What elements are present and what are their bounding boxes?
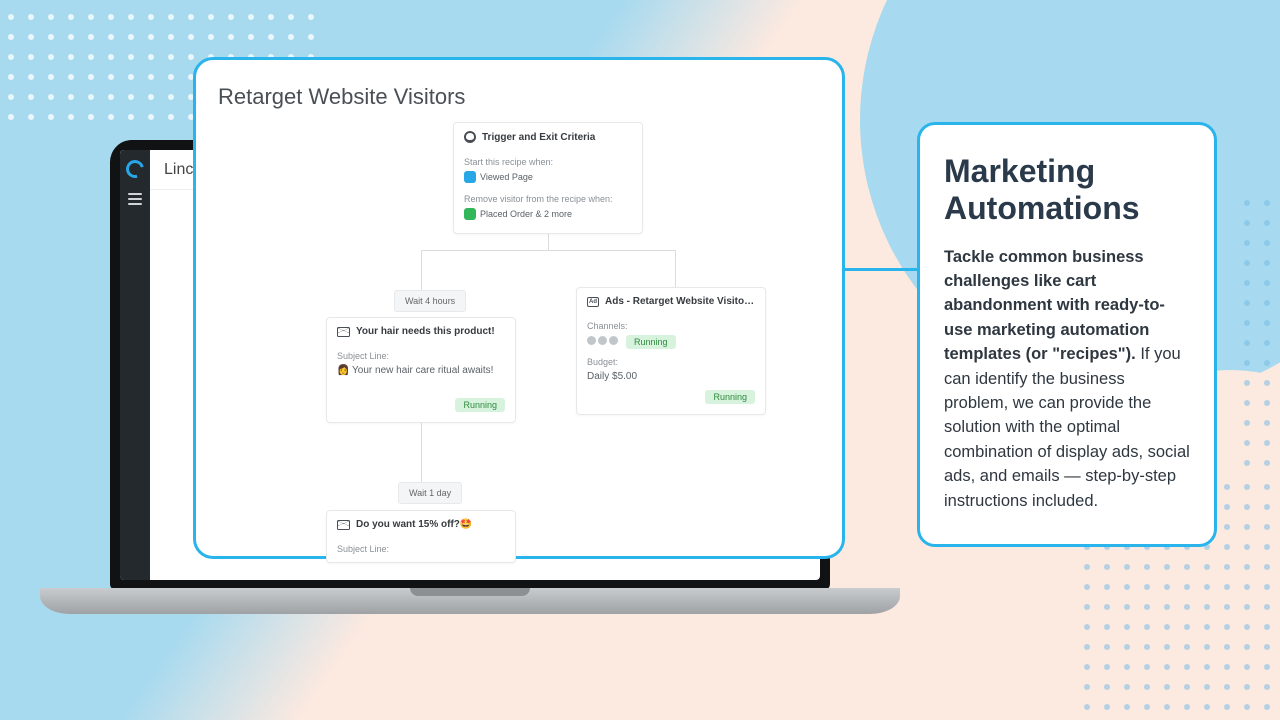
email2-title: Do you want 15% off?🤩 — [356, 519, 472, 530]
trigger-header: Trigger and Exit Criteria — [454, 123, 642, 151]
email-card-2[interactable]: Do you want 15% off?🤩 Subject Line: — [326, 510, 516, 563]
connector — [675, 250, 676, 288]
person-icon — [464, 131, 476, 143]
feature-callout: Marketing Automations Tackle common busi… — [917, 122, 1217, 547]
email2-header: Do you want 15% off?🤩 — [327, 511, 515, 538]
connector — [421, 250, 675, 251]
callout-lead: Tackle common business challenges like c… — [944, 248, 1165, 364]
trigger-card[interactable]: Trigger and Exit Criteria Start this rec… — [453, 122, 643, 234]
ad-icon: Ad — [587, 297, 599, 307]
ads-channels-label: Channels: — [587, 321, 755, 331]
email1-title: Your hair needs this product! — [356, 326, 495, 337]
ads-header: Ad Ads - Retarget Website Visitors - 202… — [577, 288, 765, 315]
viewed-page-icon — [464, 171, 476, 183]
trigger-start-value: Viewed Page — [464, 171, 533, 183]
app-title: Linc — [164, 161, 193, 179]
callout-connector — [845, 268, 917, 271]
callout-heading: Marketing Automations — [944, 153, 1190, 227]
ads-card[interactable]: Ad Ads - Retarget Website Visitors - 202… — [576, 287, 766, 415]
dot-grid-right — [1244, 200, 1280, 466]
email-card-1[interactable]: Your hair needs this product! Subject Li… — [326, 317, 516, 423]
ads-status: Running — [705, 390, 755, 404]
automation-panel: Retarget Website Visitors Trigger and Ex… — [193, 57, 845, 559]
ads-budget-label: Budget: — [587, 357, 755, 367]
app-sidebar — [120, 150, 150, 580]
connector — [421, 250, 422, 290]
ads-title: Ads - Retarget Website Visitors - 202... — [605, 296, 755, 307]
ads-budget-value: Daily $5.00 — [587, 371, 755, 382]
email1-status: Running — [455, 398, 505, 412]
ads-channels-status: Running — [626, 335, 676, 349]
mail-icon — [337, 520, 350, 530]
laptop-notch — [410, 588, 530, 596]
email1-subject-value: 👩 Your new hair care ritual awaits! — [337, 365, 505, 376]
trigger-title: Trigger and Exit Criteria — [482, 132, 595, 143]
channel-icons — [587, 336, 620, 348]
callout-body: If you can identify the business problem… — [944, 345, 1190, 509]
placed-order-icon — [464, 208, 476, 220]
panel-title: Retarget Website Visitors — [218, 84, 820, 110]
trigger-start-label: Start this recipe when: — [464, 157, 632, 167]
wait-node-2[interactable]: Wait 1 day — [398, 482, 462, 504]
app-logo-icon — [123, 157, 148, 182]
wait-node-1[interactable]: Wait 4 hours — [394, 290, 466, 312]
trigger-exit-label: Remove visitor from the recipe when: — [464, 194, 632, 204]
menu-icon[interactable] — [128, 198, 142, 200]
connector — [421, 414, 422, 482]
laptop-base — [40, 588, 900, 614]
flow-canvas: Trigger and Exit Criteria Start this rec… — [218, 122, 820, 542]
mail-icon — [337, 327, 350, 337]
email2-subject-label: Subject Line: — [337, 544, 505, 554]
trigger-exit-value: Placed Order & 2 more — [464, 208, 572, 220]
email1-header: Your hair needs this product! — [327, 318, 515, 345]
email1-subject-label: Subject Line: — [337, 351, 505, 361]
